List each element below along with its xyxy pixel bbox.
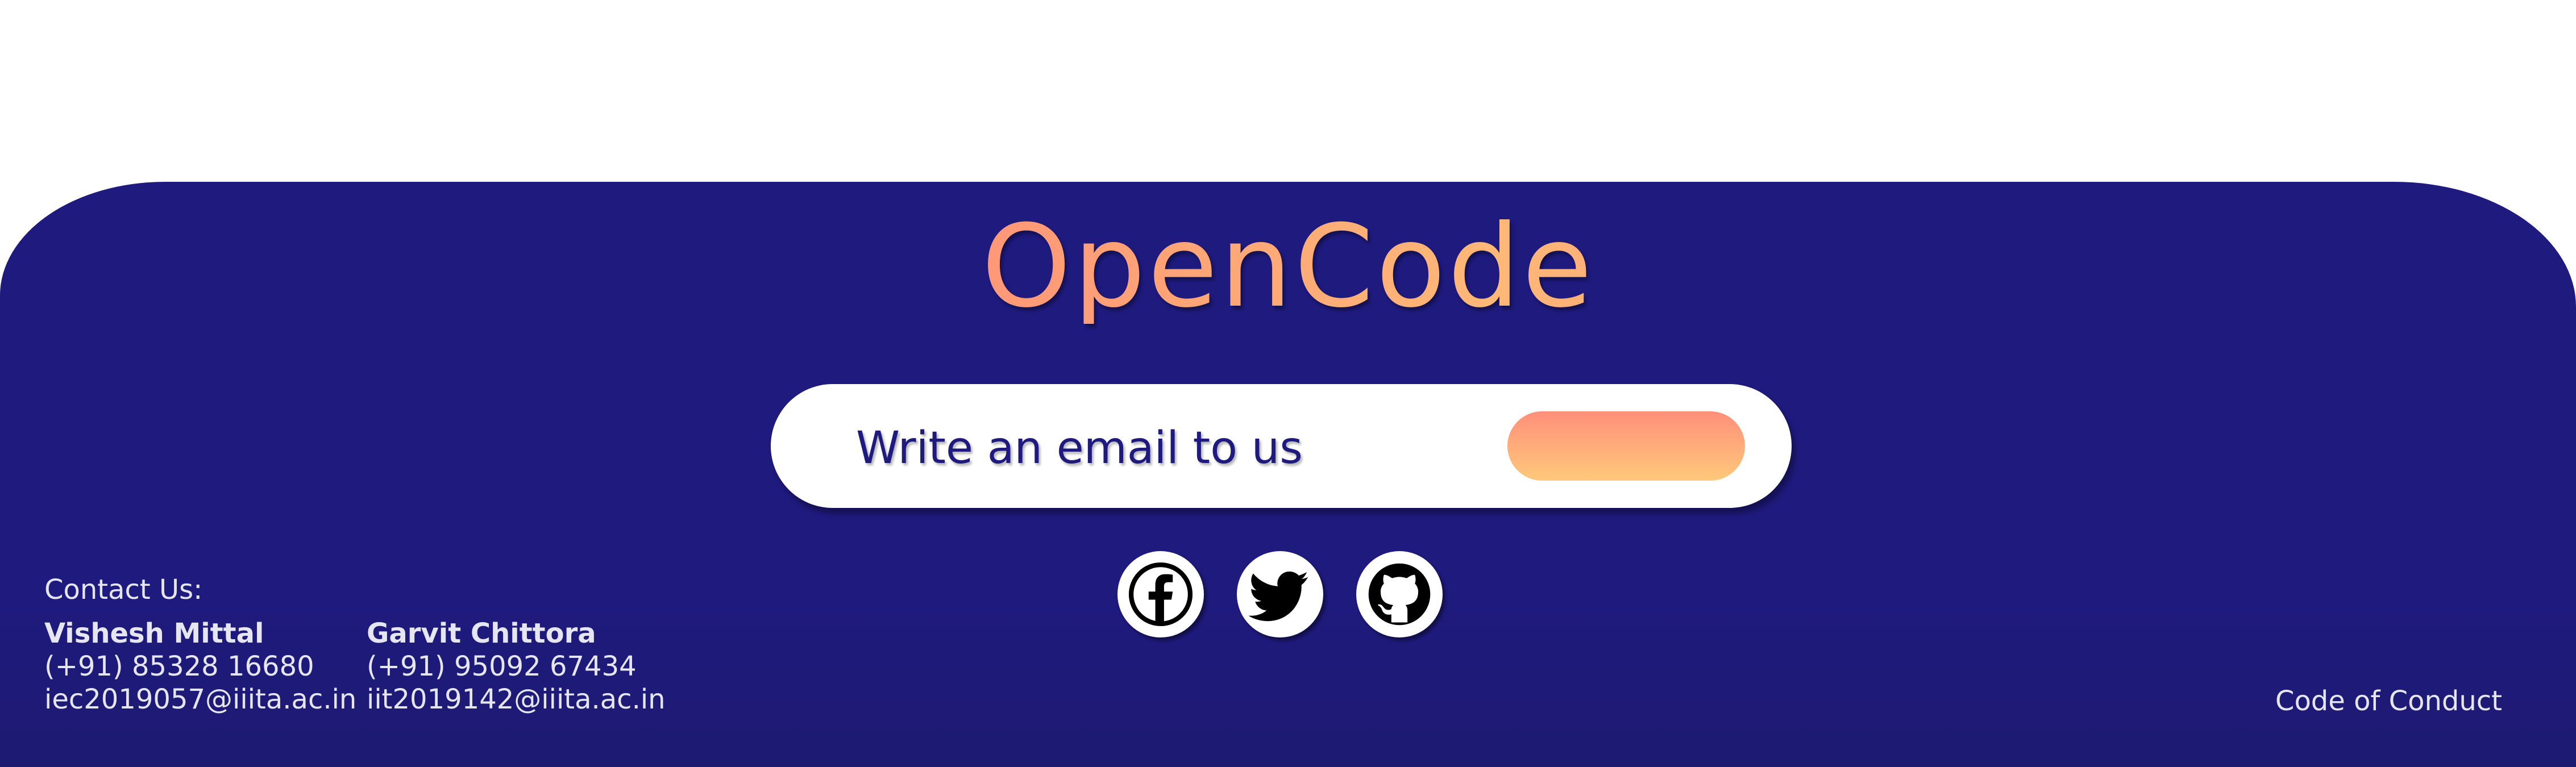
contact-person-1: Vishesh Mittal (+91) 85328 16680 iec2019… [44, 617, 356, 716]
email-placeholder[interactable]: Write an email to us [856, 423, 1303, 474]
contact-name: Vishesh Mittal [44, 618, 264, 649]
facebook-icon [1128, 562, 1193, 627]
contact-email[interactable]: iec2019057@iiita.ac.in [44, 683, 356, 716]
contact-email[interactable]: iit2019142@iiita.ac.in [367, 683, 666, 716]
code-of-conduct-link[interactable]: Code of Conduct [2275, 685, 2502, 717]
contact-heading: Contact Us: [44, 574, 203, 606]
twitter-icon [1248, 571, 1308, 622]
facebook-link[interactable] [1117, 551, 1204, 637]
social-links [1117, 551, 1459, 642]
contact-person-2: Garvit Chittora (+91) 95092 67434 iit201… [367, 617, 666, 716]
page: OpenCode Write an email to us Contact Us… [0, 0, 2576, 767]
opencode-logo[interactable]: OpenCode [0, 210, 2576, 324]
contact-phone[interactable]: (+91) 85328 16680 [44, 650, 356, 683]
twitter-link[interactable] [1237, 551, 1323, 637]
contact-phone[interactable]: (+91) 95092 67434 [367, 650, 666, 683]
email-bar[interactable]: Write an email to us [771, 384, 1792, 508]
github-link[interactable] [1356, 551, 1443, 637]
contact-name: Garvit Chittora [367, 618, 596, 649]
send-email-button[interactable] [1507, 411, 1745, 481]
github-icon [1368, 563, 1431, 626]
